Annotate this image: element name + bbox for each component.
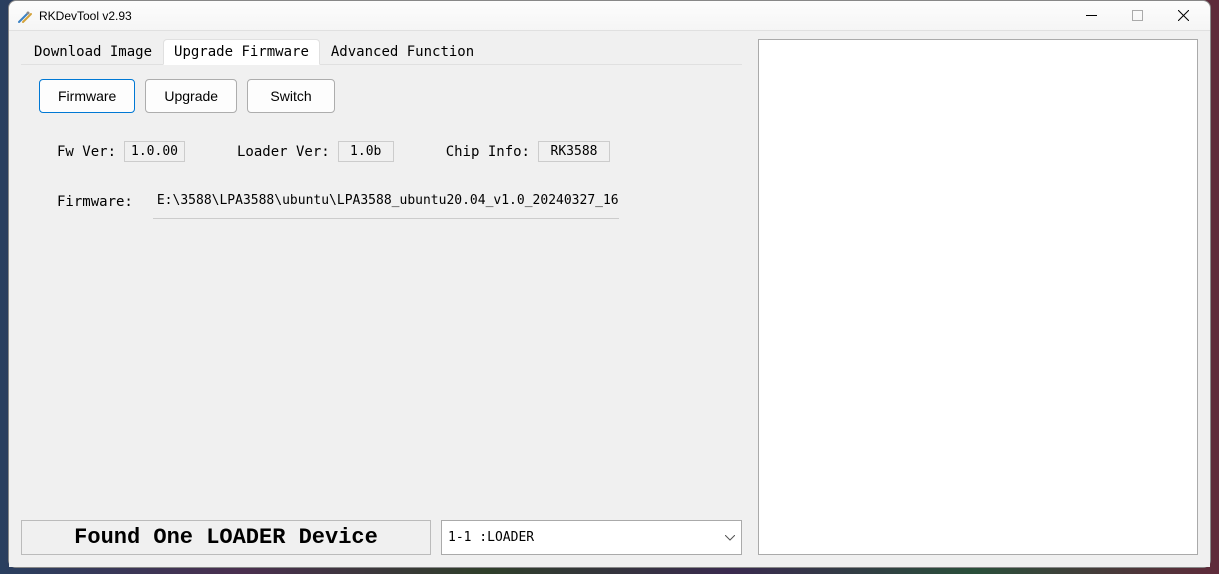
left-panel: Download Image Upgrade Firmware Advanced… [21,39,742,555]
titlebar[interactable]: RKDevTool v2.93 [9,1,1210,31]
app-icon [17,8,33,24]
device-select-value: 1-1 :LOADER [448,530,534,545]
fw-ver-label: Fw Ver: [57,144,116,160]
tab-download-image[interactable]: Download Image [23,39,163,65]
chevron-down-icon [725,530,735,545]
client-area: Download Image Upgrade Firmware Advanced… [9,31,1210,567]
window-controls [1068,1,1206,30]
chip-info-label: Chip Info: [446,144,530,160]
switch-button[interactable]: Switch [247,79,335,113]
firmware-path-row: Firmware: E:\3588\LPA3588\ubuntu\LPA3588… [39,190,724,219]
status-row: Found One LOADER Device 1-1 :LOADER [21,520,742,555]
tab-advanced-function[interactable]: Advanced Function [320,39,485,65]
action-button-row: Firmware Upgrade Switch [39,79,724,113]
device-select[interactable]: 1-1 :LOADER [441,520,742,555]
firmware-path-field[interactable]: E:\3588\LPA3588\ubuntu\LPA3588_ubuntu20.… [153,190,619,219]
tab-row: Download Image Upgrade Firmware Advanced… [21,39,742,65]
log-panel[interactable] [758,39,1198,555]
status-text: Found One LOADER Device [74,525,378,550]
maximize-button[interactable] [1114,1,1160,30]
chip-info-value: RK3588 [538,141,610,162]
app-window: RKDevTool v2.93 Download Image Upgrad [8,0,1211,568]
tab-upgrade-firmware[interactable]: Upgrade Firmware [163,39,320,65]
loader-ver-value: 1.0b [338,141,394,162]
info-row: Fw Ver: 1.0.00 Loader Ver: 1.0b Chip Inf… [39,141,724,162]
minimize-button[interactable] [1068,1,1114,30]
upgrade-button[interactable]: Upgrade [145,79,237,113]
tab-content-upgrade: Firmware Upgrade Switch Fw Ver: 1.0.00 L… [21,64,742,514]
fw-ver-value: 1.0.00 [124,141,185,162]
firmware-button[interactable]: Firmware [39,79,135,113]
window-title: RKDevTool v2.93 [39,9,132,23]
loader-ver-label: Loader Ver: [237,144,330,160]
firmware-label: Firmware: [57,190,133,210]
status-box: Found One LOADER Device [21,520,431,555]
close-button[interactable] [1160,1,1206,30]
